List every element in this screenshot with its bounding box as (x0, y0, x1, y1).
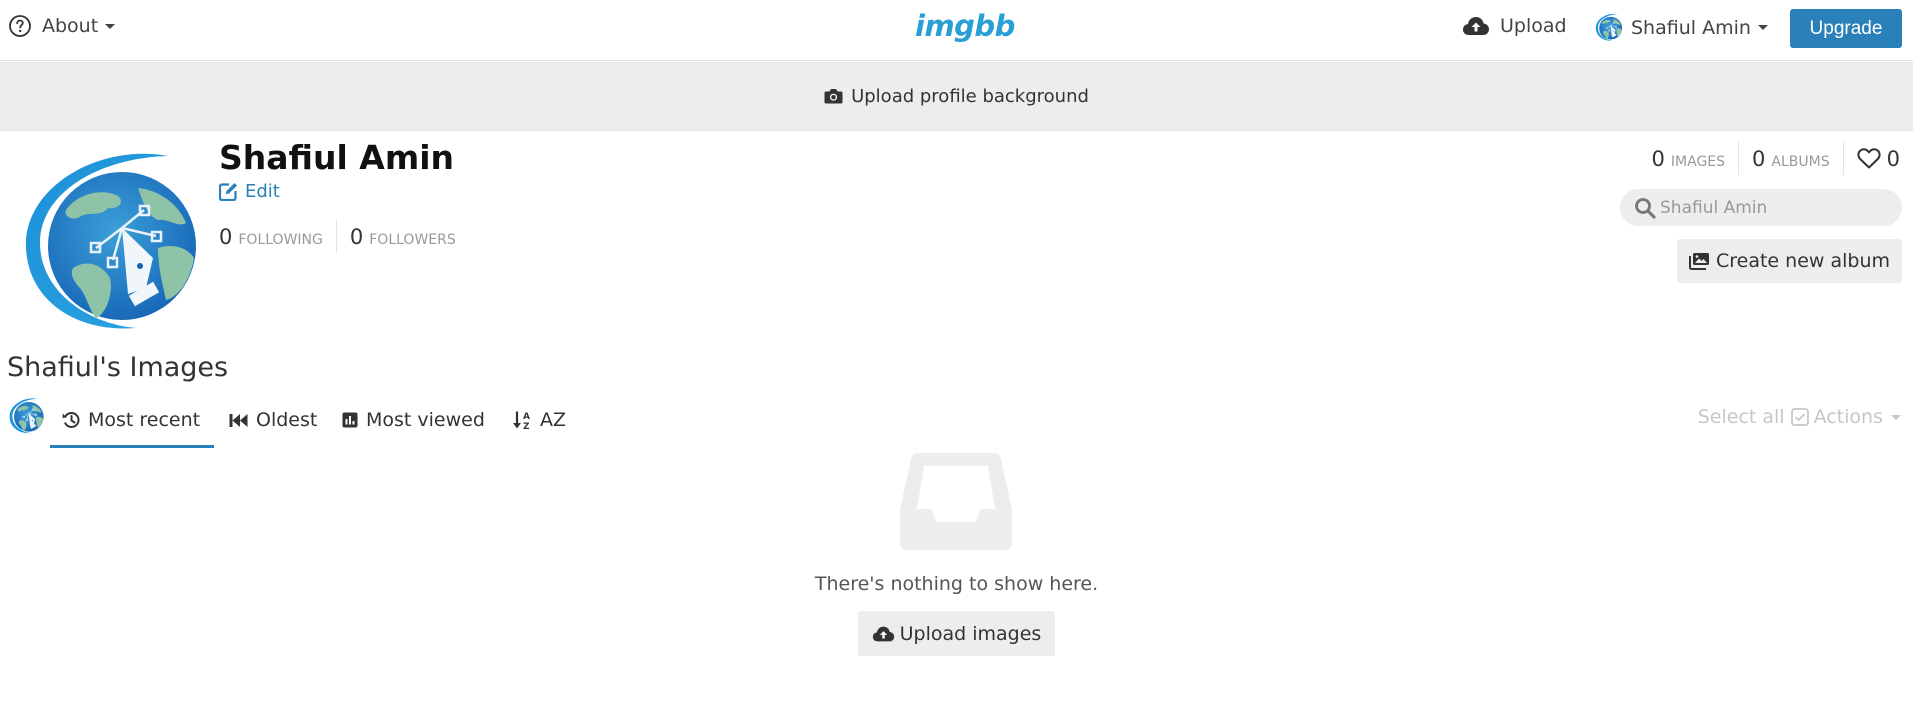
tab-az[interactable]: A Z AZ (500, 393, 578, 447)
caret-down-icon (1891, 414, 1901, 420)
user-avatar[interactable] (8, 397, 44, 435)
user-search-input[interactable] (1660, 197, 1890, 218)
tab-oldest[interactable]: Oldest (217, 393, 329, 447)
following-stat[interactable]: 0 Following (219, 225, 323, 249)
albums-count: 0 (1752, 146, 1766, 171)
inbox-icon (900, 453, 1012, 550)
tab-most-viewed[interactable]: Most viewed (330, 393, 497, 447)
edit-label: Edit (245, 181, 280, 202)
cloud-upload-icon (872, 626, 894, 641)
tab-most-recent[interactable]: Most recent (50, 393, 214, 448)
section-title: Shafiul's Images (7, 352, 229, 383)
profile-counts: 0 Images 0 Albums 0 (1652, 142, 1900, 175)
followers-stat[interactable]: 0 Followers (350, 225, 456, 249)
likes-count: 0 (1886, 146, 1900, 171)
upload-button[interactable]: Upload (1462, 15, 1567, 37)
user-name: Shafiul Amin (1631, 16, 1751, 39)
imgbb-logo[interactable]: imgbb (915, 9, 1015, 43)
user-avatar (1594, 13, 1623, 42)
check-square-icon (1790, 408, 1809, 426)
profile-background-area: Upload profile background (0, 62, 1913, 131)
sort-tabs: Most recent Oldest Most viewed A Z AZ Se… (0, 393, 1913, 448)
tab-label: AZ (540, 409, 567, 431)
caret-down-icon (1757, 25, 1768, 30)
create-new-album-button[interactable]: Create new album (1677, 239, 1902, 283)
upload-images-button[interactable]: Upload images (857, 611, 1056, 656)
create-new-album-label: Create new album (1715, 250, 1890, 272)
user-search-box[interactable] (1620, 189, 1902, 226)
divider (335, 220, 337, 253)
heart-icon (1857, 148, 1881, 169)
upload-label: Upload (1500, 15, 1567, 37)
following-label: Following (238, 231, 323, 248)
followers-count: 0 (349, 224, 364, 249)
top-navbar: About imgbb Upload Shafiul Amin Upgrade (0, 0, 1913, 61)
upload-images-label: Upload images (899, 622, 1042, 645)
bar-chart-icon (342, 412, 358, 428)
edit-icon (219, 183, 237, 201)
upload-profile-background-label: Upload profile background (851, 85, 1089, 107)
fast-backward-icon (229, 413, 248, 427)
likes-stat[interactable]: 0 (1857, 147, 1900, 171)
sort-alpha-icon: A Z (513, 411, 530, 430)
list-actions: Select all Actions (1698, 406, 1901, 428)
images-stat[interactable]: 0 Images (1652, 147, 1726, 171)
following-count: 0 (219, 224, 233, 249)
albums-stat[interactable]: 0 Albums (1752, 147, 1830, 171)
select-all-button[interactable]: Select all (1698, 406, 1785, 428)
profile-avatar[interactable] (18, 148, 198, 336)
svg-text:A: A (523, 412, 530, 422)
tab-label: Oldest (256, 409, 318, 431)
user-menu[interactable]: Shafiul Amin (1594, 13, 1768, 42)
caret-down-icon (105, 23, 116, 29)
edit-profile-link[interactable]: Edit (219, 181, 280, 202)
divider (1738, 142, 1740, 175)
about-label: About (42, 15, 99, 37)
divider (1842, 142, 1844, 175)
images-icon (1688, 253, 1709, 270)
search-icon (1635, 197, 1656, 219)
empty-state: There's nothing to show here. Upload ima… (0, 450, 1913, 656)
images-label: Images (1670, 153, 1726, 170)
follow-stats: 0 Following 0 Followers (219, 220, 456, 253)
svg-text:Z: Z (523, 422, 530, 430)
tab-label: Most recent (88, 409, 201, 431)
cloud-upload-icon (1463, 17, 1489, 35)
camera-icon (824, 89, 843, 104)
actions-label: Actions (1813, 406, 1883, 428)
upgrade-button[interactable]: Upgrade (1790, 9, 1902, 48)
history-icon (62, 412, 80, 428)
actions-menu[interactable]: Actions (1790, 406, 1901, 428)
upload-profile-background-button[interactable]: Upload profile background (824, 86, 1089, 107)
albums-label: Albums (1771, 153, 1830, 170)
help-circle-icon (9, 15, 31, 37)
followers-label: Followers (369, 231, 456, 248)
profile-name: Shafiul Amin (219, 138, 455, 177)
tab-label: Most viewed (366, 409, 485, 431)
about-menu[interactable]: About (8, 14, 116, 38)
images-count: 0 (1651, 146, 1665, 171)
empty-message: There's nothing to show here. (814, 573, 1099, 595)
